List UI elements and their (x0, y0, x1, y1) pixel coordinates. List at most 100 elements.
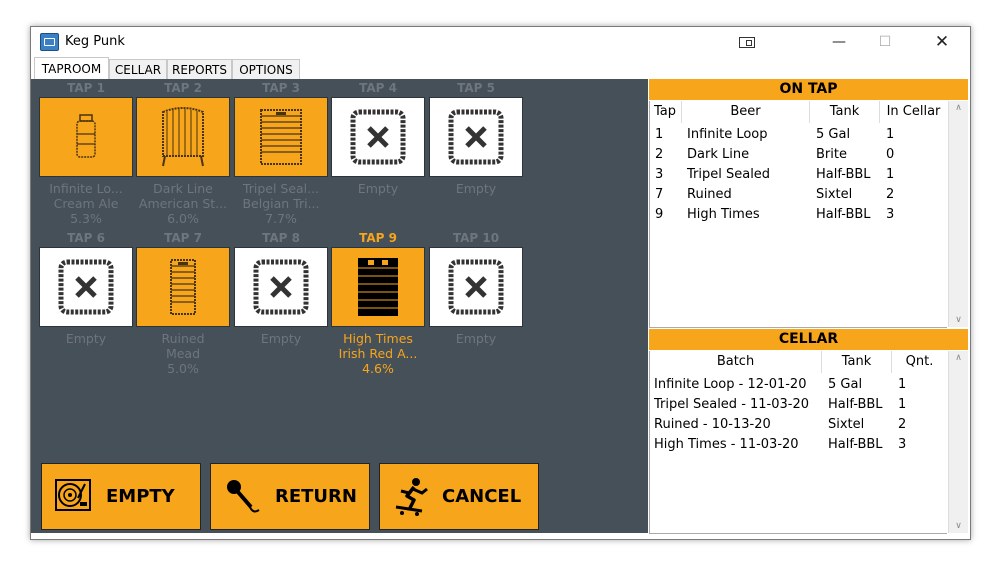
cellar-row-cell[interactable]: 5 Gal (828, 375, 862, 395)
skateboarder-icon (395, 478, 428, 516)
on-tap-row-cell[interactable]: Tripel Sealed (687, 165, 770, 185)
empty-keg-icon (58, 259, 114, 315)
keg-punk-app-icon (40, 33, 59, 51)
scroll-up-arrow-icon[interactable]: ∧ (949, 353, 968, 363)
keg-icon (170, 259, 196, 315)
on-tap-row-cell[interactable]: Infinite Loop (687, 125, 768, 145)
maximize-button[interactable]: ☐ (862, 27, 908, 57)
tap-label: TAP 8 (262, 231, 300, 245)
on-tap-row-cell[interactable]: 3 (655, 165, 663, 185)
minimize-button[interactable]: — (816, 27, 862, 57)
on-tap-row-cell[interactable]: High Times (687, 205, 760, 225)
cancel-button[interactable]: CANCEL (379, 463, 539, 530)
tap-6-tile[interactable] (39, 247, 133, 327)
tap-caption: Empty (31, 331, 141, 346)
tap-10-tile[interactable] (429, 247, 523, 327)
cellar-row-cell[interactable]: High Times - 11-03-20 (654, 435, 799, 455)
close-button[interactable]: ✕ (919, 27, 965, 57)
on-tap-row-cell[interactable]: 9 (655, 205, 663, 225)
on-tap-row-cell[interactable]: Half-BBL (816, 205, 871, 225)
tap-3-tile[interactable] (234, 97, 328, 177)
tap-7-tile[interactable] (136, 247, 230, 327)
tap-caption: Tripel Seal... Belgian Tri... 7.7% (226, 181, 336, 226)
cellar-row-cell[interactable]: 2 (898, 415, 906, 435)
tap-caption: Ruined Mead 5.0% (128, 331, 238, 376)
tap-caption-line: Infinite Lo... (49, 181, 123, 196)
cellar-row-cell[interactable]: 1 (898, 395, 906, 415)
scroll-up-arrow-icon[interactable]: ∧ (949, 103, 968, 113)
tab-cellar[interactable]: CELLAR (109, 59, 167, 80)
tap-1-tile[interactable] (39, 97, 133, 177)
tap-5-tile[interactable] (429, 97, 523, 177)
on-tap-row-cell[interactable]: 7 (655, 185, 663, 205)
tap-caption-line: Irish Red A... (338, 346, 418, 361)
return-button[interactable]: RETURN (210, 463, 370, 530)
cellar-col-qnt[interactable]: Qnt. (892, 351, 947, 373)
inventory-panel: ON TAP Tap Beer Tank In Cellar 1 Infinite… (649, 79, 970, 539)
on-tap-col-in-cellar[interactable]: In Cellar (880, 101, 947, 123)
tap-caption: Infinite Lo... Cream Ale 5.3% (31, 181, 141, 226)
cellar-row-cell[interactable]: Tripel Sealed - 11-03-20 (654, 395, 809, 415)
tab-options[interactable]: OPTIONS (232, 59, 300, 80)
on-tap-col-tap[interactable]: Tap (650, 101, 682, 123)
tap-caption-line: Tripel Seal... (242, 181, 320, 196)
tap-caption: Empty (421, 331, 531, 346)
cellar-col-tank[interactable]: Tank (822, 351, 892, 373)
cellar-row-cell[interactable]: 3 (898, 435, 906, 455)
on-tap-scrollbar[interactable]: ∧ ∨ (948, 101, 968, 327)
on-tap-row-cell[interactable]: Ruined (687, 185, 732, 205)
tap-4-tile[interactable] (331, 97, 425, 177)
on-tap-row-cell[interactable]: 1 (655, 125, 663, 145)
tap-caption: High Times Irish Red A... 4.6% (323, 331, 433, 376)
tap-caption-line: Empty (455, 181, 497, 196)
on-tap-row-cell[interactable]: 3 (886, 205, 894, 225)
on-tap-row-cell[interactable]: Brite (816, 145, 847, 165)
tap-8-tile[interactable] (234, 247, 328, 327)
tap-caption: Dark Line American St... 6.0% (128, 181, 238, 226)
on-tap-row-cell[interactable]: 1 (886, 125, 894, 145)
scroll-down-arrow-icon[interactable]: ∨ (949, 315, 968, 325)
tap-caption-line: Empty (455, 331, 497, 346)
tab-taproom[interactable]: TAPROOM (34, 57, 109, 80)
on-tap-row-cell[interactable]: 2 (655, 145, 663, 165)
on-tap-row-cell[interactable]: Sixtel (816, 185, 852, 205)
tablet-mode-icon[interactable] (724, 27, 770, 57)
tap-caption: Empty (226, 331, 336, 346)
tap-label: TAP 6 (67, 231, 105, 245)
on-tap-row-cell[interactable]: 0 (886, 145, 894, 165)
cellar-scrollbar[interactable]: ∧ ∨ (948, 351, 968, 533)
tap-label: TAP 9 (359, 231, 397, 245)
on-tap-col-tank[interactable]: Tank (810, 101, 880, 123)
on-tap-row-cell[interactable]: 1 (886, 165, 894, 185)
microphone-icon (227, 480, 260, 513)
tap-2-tile[interactable] (136, 97, 230, 177)
cellar-row-cell[interactable]: Half-BBL (828, 395, 883, 415)
cellar-row-cell[interactable]: 1 (898, 375, 906, 395)
tap-caption-line: 5.0% (167, 361, 199, 376)
scroll-down-arrow-icon[interactable]: ∨ (949, 521, 968, 531)
tap-caption-line: 7.7% (265, 211, 297, 226)
return-button-label: RETURN (275, 486, 357, 507)
tab-reports[interactable]: REPORTS (167, 59, 232, 80)
tap-caption-line: Ruined (161, 331, 205, 346)
cellar-list[interactable]: Batch Tank Qnt. Infinite Loop - 12-01-20… (649, 351, 947, 534)
on-tap-row-cell[interactable]: 2 (886, 185, 894, 205)
on-tap-col-beer[interactable]: Beer (682, 101, 810, 123)
tap-caption-line: American St... (138, 196, 228, 211)
on-tap-row-cell[interactable]: Dark Line (687, 145, 749, 165)
tap-caption-line: Empty (357, 181, 399, 196)
cellar-row-cell[interactable]: Infinite Loop - 12-01-20 (654, 375, 806, 395)
on-tap-list[interactable]: Tap Beer Tank In Cellar 1 Infinite Loop 5 … (649, 101, 947, 328)
cellar-row-cell[interactable]: Sixtel (828, 415, 864, 435)
cancel-button-label: CANCEL (442, 486, 522, 507)
tap-9-tile[interactable] (331, 247, 425, 327)
on-tap-row-cell[interactable]: Half-BBL (816, 165, 871, 185)
tap-label: TAP 10 (452, 231, 500, 245)
cellar-row-cell[interactable]: Half-BBL (828, 435, 883, 455)
cellar-col-batch[interactable]: Batch (650, 351, 822, 373)
empty-button[interactable]: EMPTY (41, 463, 201, 530)
cellar-row-cell[interactable]: Ruined - 10-13-20 (654, 415, 771, 435)
tap-caption-line: Empty (65, 331, 107, 346)
on-tap-row-cell[interactable]: 5 Gal (816, 125, 850, 145)
keg-selected-icon (358, 258, 398, 316)
